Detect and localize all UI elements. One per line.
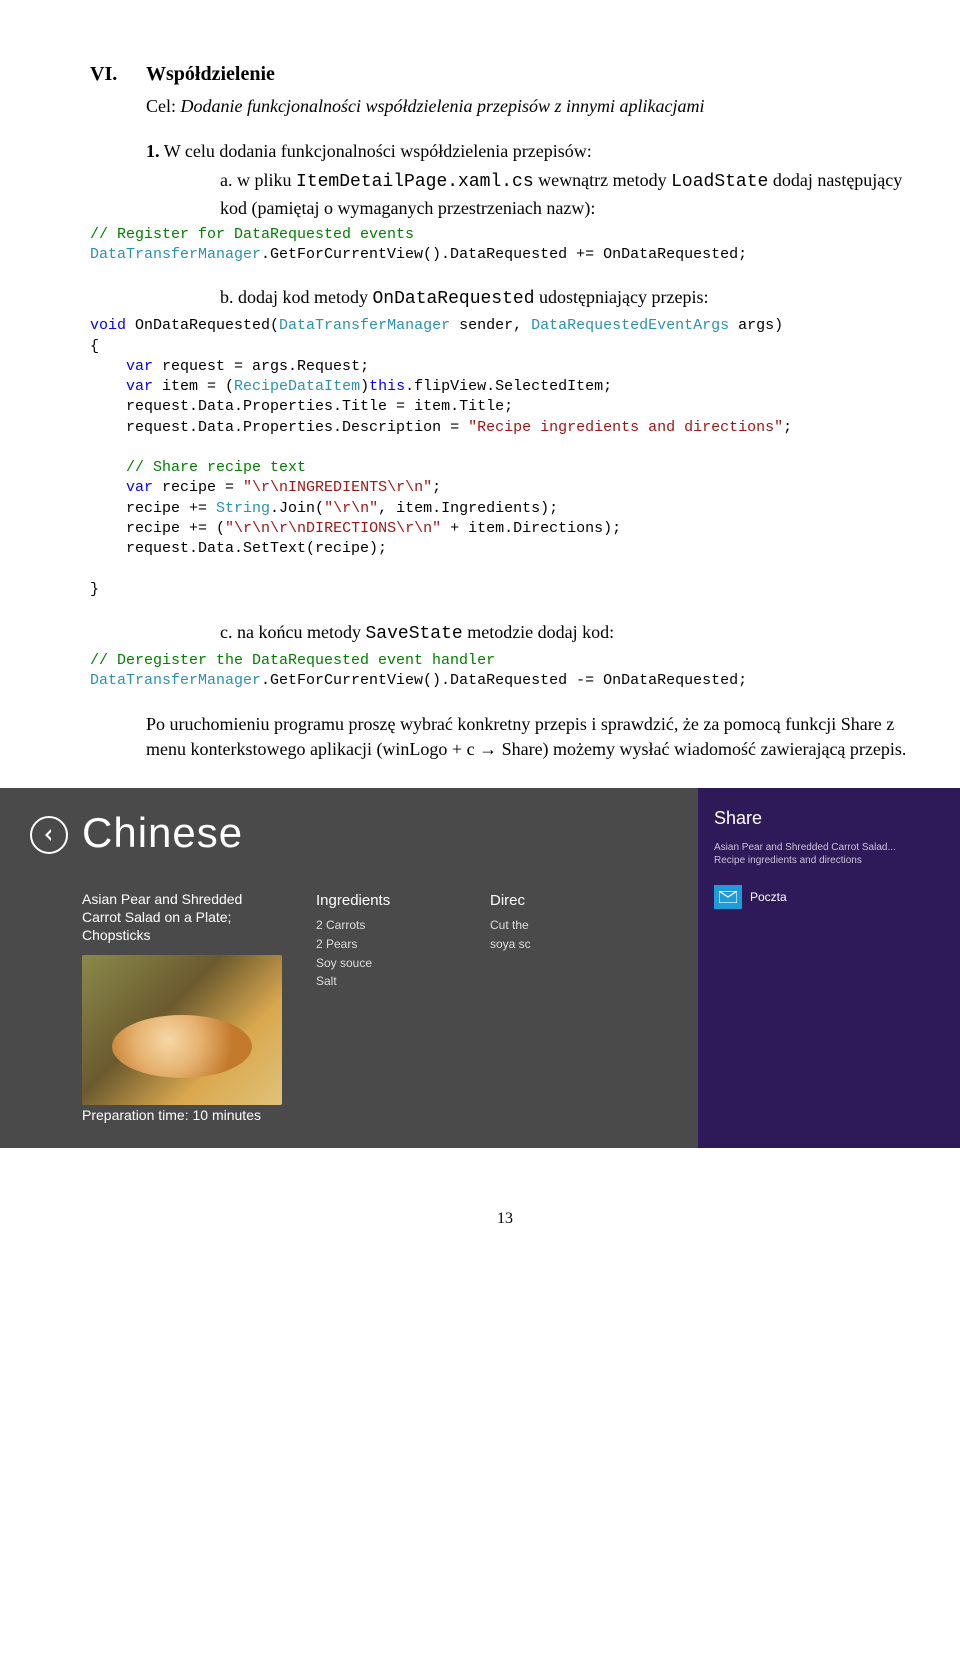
- code-a-l2a: DataTransferManager: [90, 246, 261, 263]
- back-button[interactable]: [30, 816, 68, 854]
- substep-a-t1: w pliku: [237, 170, 296, 190]
- share-mail-label: Poczta: [750, 889, 787, 906]
- cb-l10c: + item.Directions);: [441, 520, 621, 537]
- step-1: 1. W celu dodania funkcjonalności współd…: [146, 139, 920, 164]
- recipe-column: Asian Pear and Shredded Carrot Salad on …: [82, 890, 282, 1105]
- app-main-window: Chinese Asian Pear and Shredded Carrot S…: [0, 788, 698, 1148]
- section-title: Współdzielenie: [146, 60, 275, 88]
- app-screenshot: Chinese Asian Pear and Shredded Carrot S…: [0, 788, 960, 1148]
- substep-a-letter: a.: [220, 170, 233, 190]
- mail-icon: [714, 885, 742, 909]
- code-a-comment: // Register for DataRequested events: [90, 226, 414, 243]
- recipe-subtitle: Asian Pear and Shredded Carrot Salad on …: [82, 890, 282, 945]
- directions-heading: Direc: [490, 890, 550, 911]
- cb-l9c: .Join(: [270, 500, 324, 517]
- substep-a-mono2: LoadState: [671, 172, 768, 192]
- cb-l4e: this: [369, 378, 405, 395]
- cb-l12: }: [90, 581, 99, 598]
- cb-l1d: sender,: [450, 317, 531, 334]
- ingredient-item: 2 Pears: [316, 936, 456, 953]
- recipe-image: [82, 955, 282, 1105]
- section-roman: VI.: [90, 60, 128, 88]
- share-charm-panel: Share Asian Pear and Shredded Carrot Sal…: [698, 788, 960, 1148]
- share-sub1: Asian Pear and Shredded Carrot Salad...: [714, 841, 944, 854]
- goal-prefix: Cel:: [146, 96, 181, 116]
- cb-l2: {: [90, 338, 99, 355]
- section-header: VI. Współdzielenie: [90, 60, 920, 88]
- share-sub2: Recipe ingredients and directions: [714, 854, 944, 867]
- cb-l4c: RecipeDataItem: [234, 378, 360, 395]
- ingredient-item: Salt: [316, 973, 456, 990]
- ingredient-item: 2 Carrots: [316, 917, 456, 934]
- page-number: 13: [90, 1208, 920, 1230]
- code-block-a: // Register for DataRequested events Dat…: [90, 225, 920, 266]
- code-c-l2b: .GetForCurrentView().DataRequested -= On…: [261, 672, 747, 689]
- cb-l5: request.Data.Properties.Title = item.Tit…: [90, 398, 513, 415]
- directions-column: Direc Cut the soya sc: [490, 890, 550, 1105]
- cb-l3a: var: [90, 358, 153, 375]
- result-paragraph: Po uruchomieniu programu proszę wybrać k…: [146, 712, 920, 762]
- cb-l11: request.Data.SetText(recipe);: [90, 540, 387, 557]
- cb-l4b: item = (: [153, 378, 234, 395]
- cb-l4d: ): [360, 378, 369, 395]
- cb-l10b: "\r\n\r\nDIRECTIONS\r\n": [225, 520, 441, 537]
- substep-b: b. dodaj kod metody OnDataRequested udos…: [220, 285, 920, 312]
- substep-c-t2: metodzie dodaj kod:: [463, 622, 614, 642]
- cb-l8c: "\r\nINGREDIENTS\r\n": [243, 479, 432, 496]
- cb-l9a: recipe +=: [90, 500, 216, 517]
- cb-l4f: .flipView.SelectedItem;: [405, 378, 612, 395]
- cb-l6b: "Recipe ingredients and directions": [468, 419, 783, 436]
- substep-c: c. na końcu metody SaveState metodzie do…: [220, 620, 920, 647]
- prep-time: Preparation time: 10 minutes: [82, 1106, 261, 1126]
- substep-b-t1: dodaj kod metody: [238, 287, 372, 307]
- code-block-b: void OnDataRequested(DataTransferManager…: [90, 316, 920, 600]
- back-arrow-icon: [41, 827, 57, 843]
- ingredients-column: Ingredients 2 Carrots 2 Pears Soy souce …: [316, 890, 456, 1105]
- section-goal: Cel: Dodanie funkcjonalności współdziele…: [146, 94, 920, 119]
- app-title: Chinese: [82, 804, 243, 863]
- share-subtitle: Asian Pear and Shredded Carrot Salad... …: [714, 841, 944, 867]
- substep-b-mono1: OnDataRequested: [372, 289, 534, 309]
- cb-l1f: args): [729, 317, 783, 334]
- code-a-l2b: .GetForCurrentView().DataRequested += On…: [261, 246, 747, 263]
- code-c-comment: // Deregister the DataRequested event ha…: [90, 652, 495, 669]
- substep-a-t2: wewnątrz metody: [534, 170, 671, 190]
- step-1-num: 1.: [146, 141, 160, 161]
- cb-l1c: DataTransferManager: [279, 317, 450, 334]
- cb-l4a: var: [90, 378, 153, 395]
- cb-l8b: recipe =: [153, 479, 243, 496]
- substep-c-t1: na końcu metody: [237, 622, 365, 642]
- cb-l6a: request.Data.Properties.Description =: [90, 419, 468, 436]
- goal-text: Dodanie funkcjonalności współdzielenia p…: [181, 96, 705, 116]
- substep-b-t2: udostępniający przepis:: [535, 287, 709, 307]
- code-c-l2a: DataTransferManager: [90, 672, 261, 689]
- ingredient-item: Soy souce: [316, 955, 456, 972]
- cb-l6c: ;: [783, 419, 792, 436]
- cb-l10a: recipe += (: [90, 520, 225, 537]
- cb-l1b: OnDataRequested(: [126, 317, 279, 334]
- substep-a: a. w pliku ItemDetailPage.xaml.cs wewnąt…: [220, 168, 920, 220]
- cb-l1e: DataRequestedEventArgs: [531, 317, 729, 334]
- code-block-c: // Deregister the DataRequested event ha…: [90, 651, 920, 692]
- substep-c-mono1: SaveState: [365, 624, 462, 644]
- cb-l9e: , item.Ingredients);: [378, 500, 558, 517]
- cb-l3b: request = args.Request;: [153, 358, 369, 375]
- cb-l8d: ;: [432, 479, 441, 496]
- cb-l7: // Share recipe text: [90, 459, 306, 476]
- substep-c-letter: c.: [220, 622, 233, 642]
- cb-l1a: void: [90, 317, 126, 334]
- share-title: Share: [714, 806, 944, 831]
- cb-l8a: var: [90, 479, 153, 496]
- substep-b-letter: b.: [220, 287, 234, 307]
- cb-l9b: String: [216, 500, 270, 517]
- directions-line: Cut the: [490, 917, 550, 934]
- ingredients-heading: Ingredients: [316, 890, 456, 911]
- share-target-mail[interactable]: Poczta: [714, 885, 944, 909]
- step-1-text: W celu dodania funkcjonalności współdzie…: [164, 141, 592, 161]
- substep-a-mono1: ItemDetailPage.xaml.cs: [296, 172, 534, 192]
- cb-l9d: "\r\n": [324, 500, 378, 517]
- directions-line: soya sc: [490, 936, 550, 953]
